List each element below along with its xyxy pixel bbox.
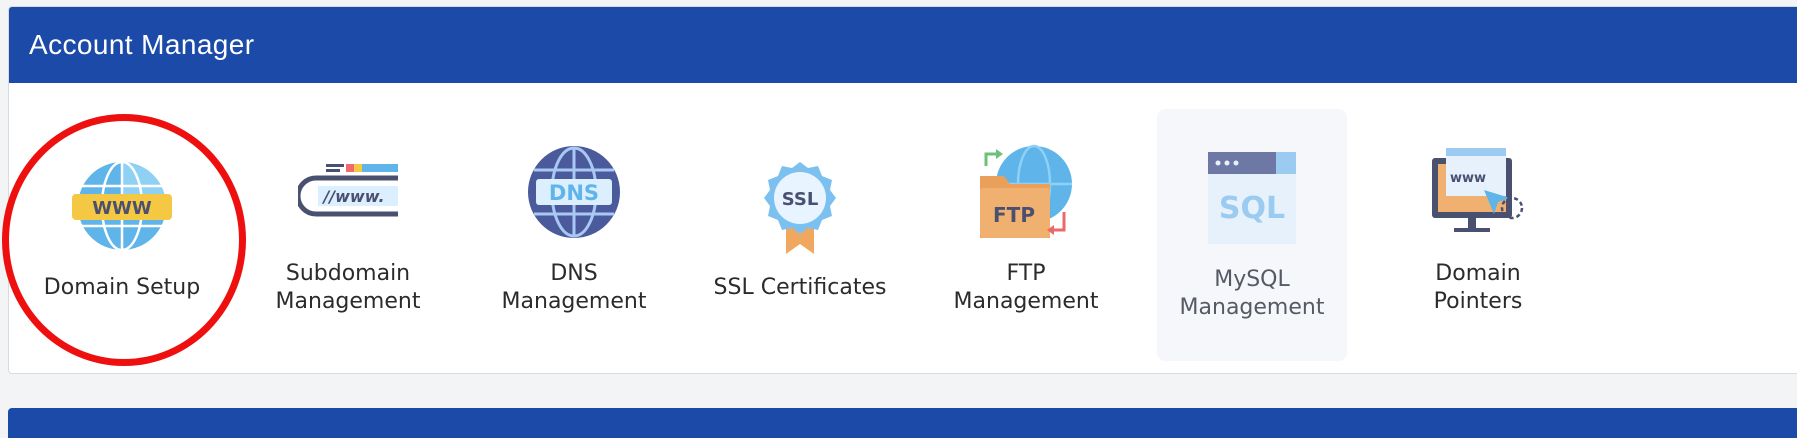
domain-setup-tile[interactable]: WWW Domain Setup (9, 83, 235, 373)
domain-pointers-tile[interactable]: www Domain Pointers (1365, 83, 1591, 373)
domain-setup-label: Domain Setup (43, 275, 201, 300)
ftp-management-label: FTP Management (953, 261, 1099, 314)
subdomain-icon-text: //www. (321, 187, 384, 206)
subdomain-bar-icon: //www. (298, 142, 398, 242)
ftp-icon-text: FTP (993, 203, 1035, 227)
pointer-monitor-icon: www (1428, 142, 1528, 242)
www-icon-text: WWW (92, 198, 152, 219)
subdomain-management-label: Subdomain Management (275, 261, 421, 314)
dns-management-tile[interactable]: DNS DNS Management (461, 83, 687, 373)
ssl-badge-icon: SSL (750, 156, 850, 256)
subdomain-management-tile[interactable]: //www. Subdomain Management (235, 83, 461, 373)
ssl-icon-text: SSL (782, 189, 819, 210)
dns-globe-icon: DNS (524, 142, 624, 242)
dns-icon-text: DNS (549, 181, 599, 205)
mysql-management-tile[interactable]: SQL MySQL Management (1157, 109, 1347, 361)
icons-row: WWW Domain Setup //www. Subdomain Manage… (9, 83, 1797, 373)
domain-pointers-label: Domain Pointers (1433, 261, 1523, 314)
sql-window-icon: SQL (1202, 148, 1302, 248)
ssl-certificates-tile[interactable]: SSL SSL Certificates (687, 83, 913, 373)
ftp-management-tile[interactable]: FTP FTP Management (913, 83, 1139, 373)
next-panel-header (8, 408, 1797, 438)
dns-management-label: DNS Management (501, 261, 647, 314)
ftp-folder-icon: FTP (976, 142, 1076, 242)
sql-icon-text: SQL (1219, 191, 1285, 226)
panel-title: Account Manager (29, 29, 255, 60)
panel-header: Account Manager (9, 7, 1797, 83)
account-manager-panel: Account Manager WWW Domain Setup //www. … (8, 6, 1797, 374)
ssl-certificates-label: SSL Certificates (713, 275, 887, 300)
mysql-management-label: MySQL Management (1179, 267, 1325, 320)
pointer-icon-text: www (1450, 171, 1486, 186)
www-globe-icon: WWW (72, 156, 172, 256)
